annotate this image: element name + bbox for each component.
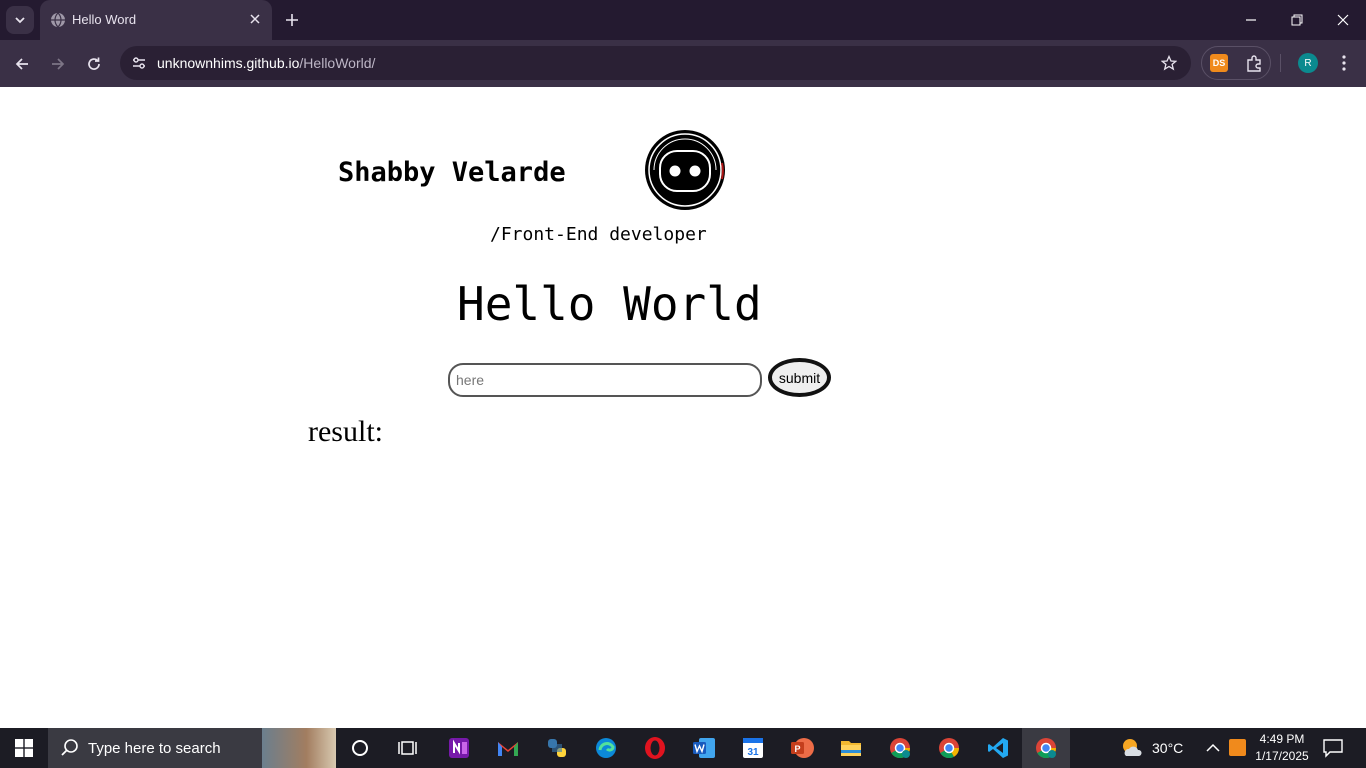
chevron-down-icon <box>15 17 25 24</box>
text-input[interactable] <box>448 363 762 397</box>
browser-menu-button[interactable] <box>1334 52 1354 74</box>
taskbar-cortana[interactable] <box>346 734 374 762</box>
puzzle-icon[interactable] <box>1244 54 1264 74</box>
taskbar-file-explorer[interactable] <box>837 734 865 762</box>
taskbar-search[interactable]: Type here to search <box>48 728 336 768</box>
ds-extension-button[interactable]: DS <box>1210 54 1228 72</box>
tab-close-button[interactable] <box>246 10 264 28</box>
opera-icon <box>645 737 665 759</box>
taskbar-gmail[interactable] <box>494 734 522 762</box>
url-host: unknownhims.github.io <box>157 55 300 71</box>
restore-button[interactable] <box>1274 0 1320 40</box>
word-icon <box>693 738 715 758</box>
minimize-button[interactable] <box>1228 0 1274 40</box>
browser-tab-strip: Hello Word <box>0 0 1366 40</box>
toolbar-divider <box>1280 54 1281 72</box>
weather-icon[interactable] <box>1120 736 1144 760</box>
restore-icon <box>1291 14 1303 26</box>
tab-search-button[interactable] <box>6 6 34 34</box>
taskbar-chrome-active[interactable] <box>1022 728 1070 768</box>
clock-date: 1/17/2025 <box>1255 749 1309 763</box>
plus-icon <box>286 14 298 26</box>
cortana-icon <box>352 740 368 756</box>
web-page: Shabby Velarde /Front-End developer Hell… <box>0 87 1366 728</box>
search-placeholder: Type here to search <box>88 740 221 757</box>
hello-heading: Hello World <box>457 277 762 331</box>
browser-tab[interactable]: Hello Word <box>40 0 272 40</box>
taskbar-chrome[interactable] <box>935 734 963 762</box>
vscode-icon <box>988 738 1008 758</box>
taskbar-task-view[interactable] <box>394 734 422 762</box>
taskbar-calendar[interactable]: 31 <box>739 734 767 762</box>
edge-icon <box>596 738 616 758</box>
address-bar[interactable]: unknownhims.github.io/HelloWorld/ <box>120 46 1191 80</box>
taskbar-chrome-profile[interactable] <box>886 734 914 762</box>
author-name: Shabby Velarde <box>338 157 566 188</box>
minimize-icon <box>1246 19 1256 21</box>
url-text: unknownhims.github.io/HelloWorld/ <box>157 55 375 71</box>
bookmark-button[interactable] <box>1159 53 1179 73</box>
arrow-right-icon <box>52 58 65 70</box>
close-window-button[interactable] <box>1320 0 1366 40</box>
powerpoint-icon: P <box>791 738 814 758</box>
profile-avatar[interactable]: R <box>1298 53 1318 73</box>
taskbar-vscode[interactable] <box>984 734 1012 762</box>
taskbar-word[interactable] <box>690 734 718 762</box>
temperature[interactable]: 30°C <box>1152 740 1183 756</box>
forward-button[interactable] <box>46 52 70 76</box>
search-highlight-image <box>262 728 336 768</box>
tray-app-icon[interactable] <box>1229 739 1246 756</box>
back-button[interactable] <box>10 52 34 76</box>
folder-icon <box>841 741 861 756</box>
svg-text:31: 31 <box>747 747 759 758</box>
svg-text:P: P <box>794 744 800 754</box>
role-subtitle: /Front-End developer <box>490 224 707 245</box>
robot-avatar <box>645 130 725 210</box>
tune-icon <box>133 57 145 69</box>
close-icon <box>1337 14 1349 26</box>
more-vertical-icon <box>1342 55 1346 71</box>
reload-button[interactable] <box>82 52 106 76</box>
arrow-left-icon <box>15 58 28 70</box>
chrome-icon <box>939 738 960 759</box>
submit-button[interactable]: submit <box>768 358 831 397</box>
taskbar-powerpoint[interactable]: P <box>788 734 816 762</box>
clock-time: 4:49 PM <box>1259 732 1305 746</box>
calendar-icon: 31 <box>743 738 763 758</box>
search-icon <box>61 739 78 756</box>
extensions-area: DS <box>1201 46 1271 80</box>
windows-taskbar: Type here to search 31 P 30°C 4:49 PM 1/… <box>0 728 1366 768</box>
reload-icon <box>88 57 100 70</box>
task-view-icon <box>398 741 417 755</box>
taskbar-python[interactable] <box>543 734 571 762</box>
close-icon <box>250 14 260 24</box>
chrome-icon <box>1036 738 1057 759</box>
site-info-button[interactable] <box>128 52 150 74</box>
browser-toolbar: unknownhims.github.io/HelloWorld/ DS R <box>0 40 1366 87</box>
new-tab-button[interactable] <box>282 10 302 30</box>
url-path: /HelloWorld/ <box>299 55 376 71</box>
result-label: result: <box>308 415 383 448</box>
gmail-icon <box>498 742 518 756</box>
taskbar-edge[interactable] <box>592 734 620 762</box>
system-clock[interactable]: 4:49 PM 1/17/2025 <box>1254 731 1310 765</box>
windows-icon <box>15 739 33 757</box>
start-button[interactable] <box>0 728 48 768</box>
tab-title: Hello Word <box>72 12 137 27</box>
star-icon <box>1161 55 1177 71</box>
chrome-icon <box>890 738 911 759</box>
notification-icon[interactable] <box>1322 738 1344 758</box>
chevron-up-icon[interactable] <box>1204 738 1222 758</box>
globe-icon <box>51 12 65 28</box>
taskbar-opera[interactable] <box>641 734 669 762</box>
taskbar-onenote[interactable] <box>445 734 473 762</box>
onenote-icon <box>449 738 469 758</box>
python-icon <box>548 739 566 757</box>
